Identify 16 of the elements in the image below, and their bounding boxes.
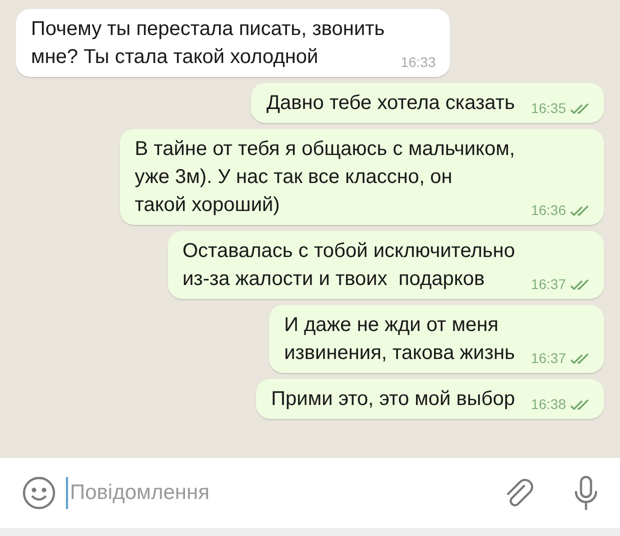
message-time: 16:38 [530,395,566,414]
message-text: Прими это, это мой выбор [271,387,515,412]
message-time: 16:33 [400,53,436,72]
message-text: В тайне от тебя я общаюсь с мальчиком, уже 3м). У нас так все классно, он такой хороший) [134,137,515,218]
message-time: 16:37 [530,349,566,368]
composer-bar[interactable]: Повідомлення [0,458,620,528]
message-text: Давно тебе хотела сказать [266,91,515,116]
message-text: Почему ты перестала писать, звонить мне? Ты стала такой холодной [31,17,385,70]
message-text: И даже не жди от меня извинения, такова жизнь [284,313,515,366]
message-time: 16:37 [530,275,566,294]
message-time: 16:35 [530,99,566,118]
message-input[interactable]: Повідомлення [66,477,494,509]
microphone-icon[interactable] [574,475,598,511]
message-time: 16:36 [530,201,566,220]
message-text: Оставалась с тобой исключительно из-за жалости и твоих подарков [182,239,515,292]
emoji-icon[interactable] [22,476,56,510]
